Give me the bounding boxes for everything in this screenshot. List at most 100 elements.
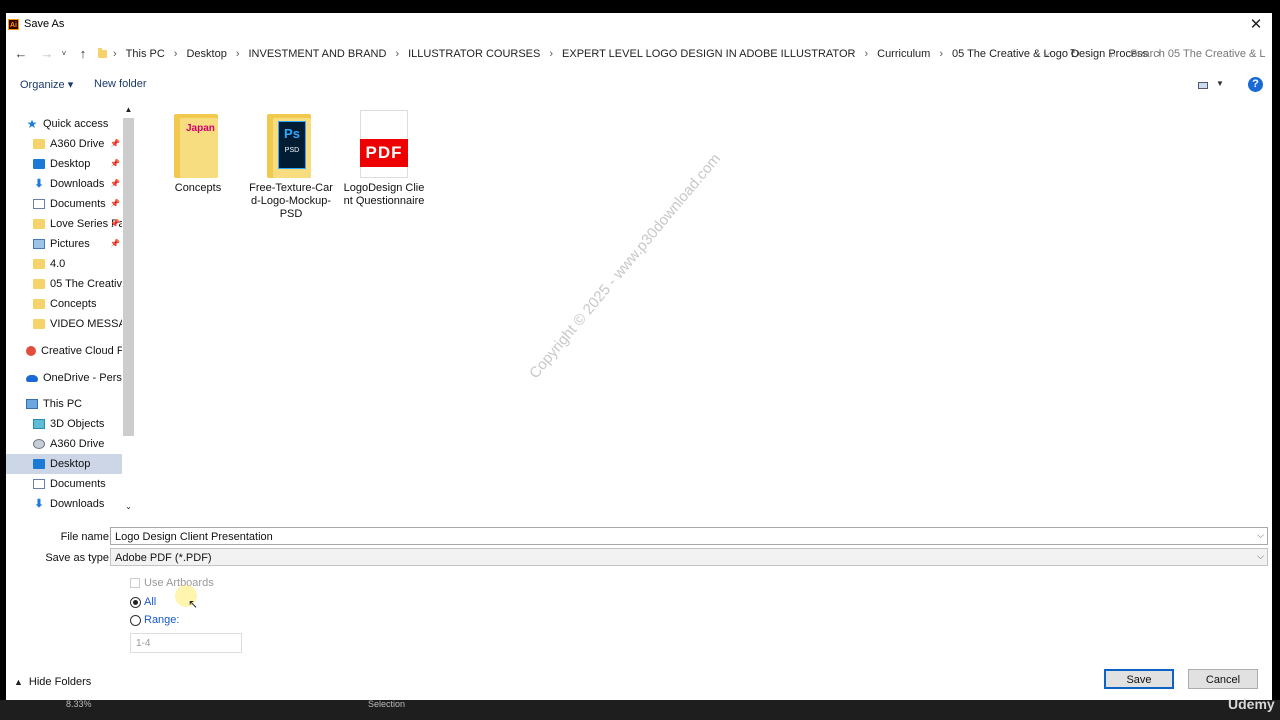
download-icon: ⬇ (34, 178, 44, 190)
current-tool: Selection (368, 699, 406, 709)
address-dropdown-icon[interactable]: ⌵ (1040, 41, 1054, 67)
sidebar-item-desktop-quick[interactable]: Desktop 📌 (6, 154, 122, 174)
sidebar-item-downloads[interactable]: ⬇ Downloads (6, 494, 122, 514)
sidebar-item-3d-objects[interactable]: 3D Objects (6, 414, 122, 434)
organize-button[interactable]: Organize ▾ (20, 78, 73, 91)
sidebar-item-label: OneDrive - Person (43, 372, 122, 384)
back-arrow-icon[interactable]: ← (12, 41, 30, 67)
pin-icon[interactable]: 📌 (110, 179, 120, 188)
save-button[interactable]: Save (1104, 669, 1174, 689)
breadcrumb-desktop[interactable]: Desktop (186, 48, 226, 60)
save-type-label: Save as type: (45, 552, 112, 564)
star-icon: ★ (26, 117, 38, 131)
refresh-icon[interactable]: ↻ (1068, 41, 1082, 67)
title-bar[interactable]: Ai Save As ✕ (6, 13, 1272, 37)
pin-icon[interactable]: 📌 (110, 199, 120, 208)
sidebar-item-label: Downloads (50, 498, 105, 510)
sidebar-item-this-pc[interactable]: This PC (6, 394, 122, 414)
psd-folder-icon: Ps PSD (249, 108, 333, 182)
folder-icon: Japan (156, 108, 240, 182)
file-item-concepts[interactable]: Japan Concepts (156, 108, 240, 195)
hide-folders-label: Hide Folders (28, 676, 92, 688)
file-item-texture-mockup[interactable]: Ps PSD Free-Texture-Card-Logo-Mockup-PSD (249, 108, 333, 221)
search-icon: ⌕ (1109, 46, 1117, 61)
new-folder-button[interactable]: New folder (94, 78, 147, 90)
chevron-right-icon[interactable]: › (113, 48, 117, 60)
file-item-questionnaire[interactable]: PDF LogoDesign Client Questionnaire (342, 108, 426, 208)
cancel-button[interactable]: Cancel (1188, 669, 1258, 689)
sidebar-item-love-series[interactable]: Love Series Pa 📌 (6, 214, 122, 234)
chevron-right-icon[interactable]: › (395, 48, 399, 60)
pin-icon[interactable]: 📌 (110, 239, 120, 248)
sidebar-item-concepts[interactable]: Concepts (6, 294, 122, 314)
forward-arrow-icon[interactable]: → (38, 41, 56, 67)
range-radio[interactable] (130, 614, 141, 626)
use-artboards-option[interactable]: Use Artboards (130, 577, 214, 589)
sidebar-item-05-creative[interactable]: 05 The Creative & (6, 274, 122, 294)
use-artboards-checkbox[interactable] (130, 578, 140, 588)
document-icon (33, 199, 45, 209)
sidebar-item-onedrive[interactable]: OneDrive - Person (6, 368, 122, 388)
all-radio[interactable] (130, 596, 141, 608)
file-name-input[interactable]: Logo Design Client Presentation (115, 531, 1245, 543)
zoom-level[interactable]: 8.33% (66, 699, 92, 709)
pin-icon[interactable]: 📌 (110, 139, 120, 148)
save-as-dialog: Ai Save As ✕ ← → ˅ ↑ › This PC › Desktop… (6, 13, 1272, 700)
file-name-field[interactable]: Logo Design Client Presentation ⌵ (110, 527, 1268, 545)
sidebar-item-video-message[interactable]: VIDEO MESSAGE (6, 314, 122, 334)
folder-icon (98, 48, 107, 58)
breadcrumb-investment-and-brand[interactable]: INVESTMENT AND BRAND (249, 48, 387, 60)
up-arrow-icon[interactable]: ↑ (74, 41, 92, 67)
chevron-right-icon[interactable]: › (549, 48, 553, 60)
sidebar-item-creative-cloud[interactable]: Creative Cloud File (6, 341, 122, 361)
range-option[interactable]: Range: (130, 614, 179, 626)
sidebar-scrollbar[interactable]: ▲ ⌄ (122, 105, 135, 516)
chevron-down-icon[interactable]: ⌵ (1257, 530, 1264, 541)
sidebar-item-documents-quick[interactable]: Documents 📌 (6, 194, 122, 214)
change-view-button[interactable]: ▼ (1196, 78, 1226, 94)
breadcrumb-this-pc[interactable]: This PC (126, 48, 165, 60)
pdf-badge: PDF (360, 139, 408, 167)
save-type-select[interactable]: Adobe PDF (*.PDF) ⌵ (110, 548, 1268, 566)
photoshop-icon: Ps PSD (278, 121, 306, 169)
sidebar-item-desktop[interactable]: Desktop (6, 454, 122, 474)
sidebar-item-quick-access[interactable]: ★ Quick access (6, 114, 122, 134)
breadcrumb-curriculum[interactable]: Curriculum (877, 48, 930, 60)
sidebar-item-documents[interactable]: Documents (6, 474, 122, 494)
navigation-bar: ← → ˅ ↑ › This PC › Desktop › INVESTMENT… (6, 41, 1272, 67)
chevron-right-icon[interactable]: › (939, 48, 943, 60)
hide-folders-button[interactable]: ▲ Hide Folders (14, 676, 91, 688)
sidebar-item-downloads-quick[interactable]: ⬇ Downloads 📌 (6, 174, 122, 194)
pin-icon[interactable]: 📌 (110, 219, 120, 228)
chevron-right-icon[interactable]: › (236, 48, 240, 60)
psd-badge-text: PSD (284, 147, 300, 154)
pin-icon[interactable]: 📌 (110, 159, 120, 168)
chevron-right-icon[interactable]: › (864, 48, 868, 60)
sidebar-item-label: A360 Drive (50, 438, 105, 450)
pdf-file-icon: PDF (342, 108, 426, 182)
desktop-icon (33, 459, 45, 469)
scroll-up-icon[interactable]: ▲ (122, 105, 135, 117)
sidebar-item-pictures[interactable]: Pictures 📌 (6, 234, 122, 254)
sidebar-item-a360-drive[interactable]: A360 Drive 📌 (6, 134, 122, 154)
breadcrumb-expert-level-logo-design[interactable]: EXPERT LEVEL LOGO DESIGN IN ADOBE ILLUST… (562, 48, 855, 60)
range-input[interactable]: 1-4 (130, 633, 242, 653)
folder-icon (33, 259, 45, 269)
close-icon[interactable]: ✕ (1246, 15, 1266, 35)
scrollbar-thumb[interactable] (123, 118, 134, 436)
chevron-down-icon[interactable]: ⌵ (1257, 551, 1264, 562)
search-box[interactable]: ⌕ Search 05 The Creative & Lo... (1106, 43, 1268, 65)
sidebar-item-label: Creative Cloud File (41, 345, 122, 357)
illustrator-status-bar: 8.33% Selection Udemy (0, 696, 1280, 720)
recent-locations-chevron-icon[interactable]: ˅ (58, 41, 70, 67)
range-label: Range: (144, 614, 180, 626)
all-option[interactable]: All (130, 596, 156, 608)
sidebar-item-a360-drive-pc[interactable]: A360 Drive (6, 434, 122, 454)
sidebar-item-4-0[interactable]: 4.0 (6, 254, 122, 274)
chevron-right-icon[interactable]: › (174, 48, 178, 60)
breadcrumb-illustrator-courses[interactable]: ILLUSTRATOR COURSES (408, 48, 540, 60)
scroll-down-icon[interactable]: ⌄ (122, 502, 135, 514)
sidebar-item-label: 05 The Creative & (50, 278, 122, 290)
help-icon[interactable]: ? (1248, 77, 1263, 92)
search-input[interactable]: Search 05 The Creative & Lo... (1130, 48, 1266, 60)
